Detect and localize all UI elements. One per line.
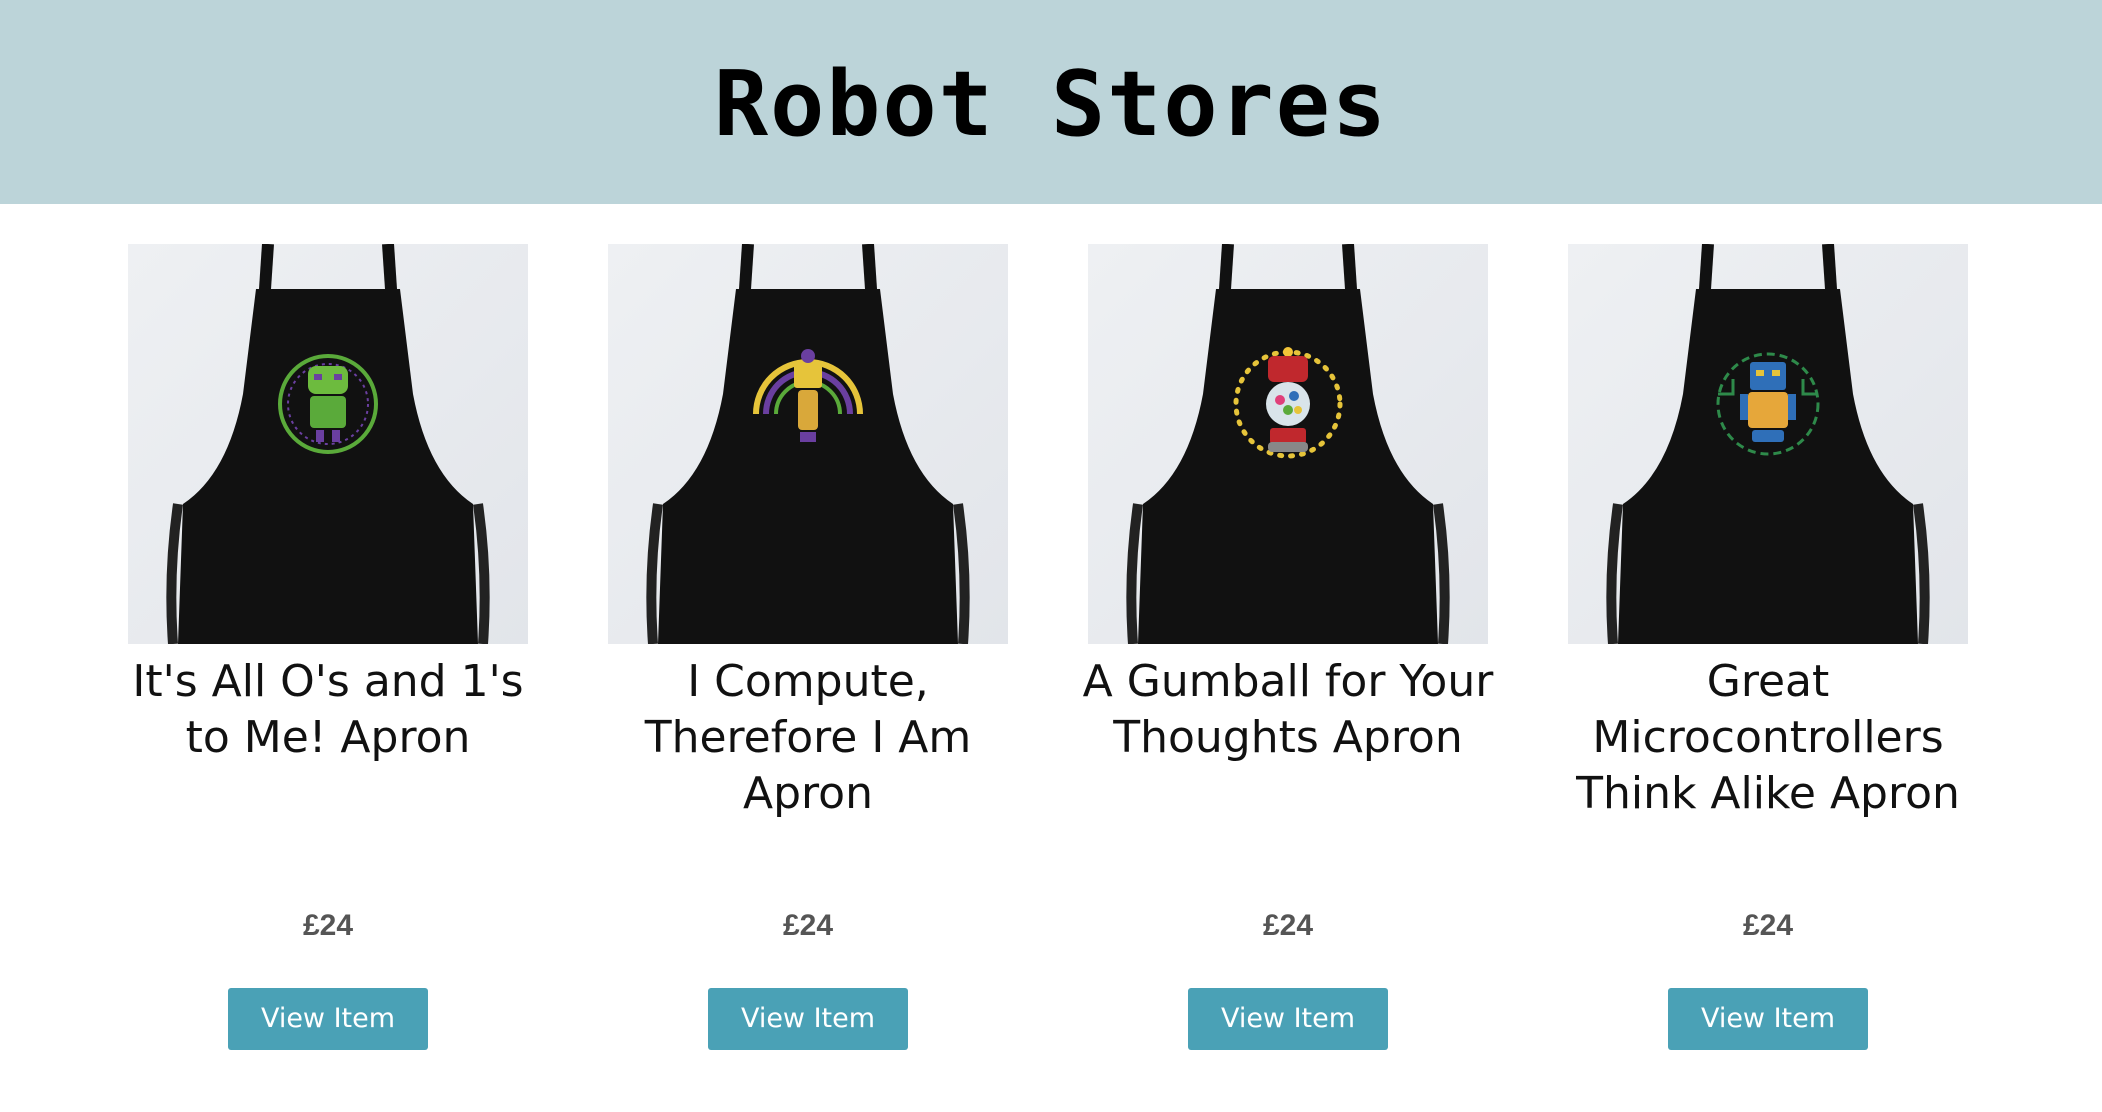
site-title: Robot Stores — [713, 52, 1389, 157]
product-card: Great Microcontrollers Think Alike Apron… — [1568, 244, 1968, 1064]
product-title[interactable]: I Compute, Therefore I Am Apron — [588, 654, 1028, 822]
product-title[interactable]: It's All O's and 1's to Me! Apron — [108, 654, 548, 766]
product-card: It's All O's and 1's to Me! Apron £24 Vi… — [128, 244, 528, 1064]
product-price: £24 — [302, 909, 354, 942]
product-price: £24 — [782, 909, 834, 942]
product-image-apron-robot-blue[interactable] — [1568, 244, 1968, 644]
product-price: £24 — [1742, 909, 1794, 942]
product-image-apron-robot-green[interactable] — [128, 244, 528, 644]
product-price: £24 — [1262, 909, 1314, 942]
product-card: I Compute, Therefore I Am Apron £24 View… — [608, 244, 1008, 1064]
product-card: A Gumball for Your Thoughts Apron £24 Vi… — [1083, 244, 1493, 1064]
view-item-button[interactable]: View Item — [228, 988, 428, 1050]
view-item-button[interactable]: View Item — [708, 988, 908, 1050]
product-image-apron-robot-yellow[interactable] — [608, 244, 1008, 644]
product-title[interactable]: A Gumball for Your Thoughts Apron — [1068, 654, 1508, 766]
view-item-button[interactable]: View Item — [1188, 988, 1388, 1050]
product-image-apron-robot-gumball[interactable] — [1088, 244, 1488, 644]
product-title[interactable]: Great Microcontrollers Think Alike Apron — [1548, 654, 1988, 822]
view-item-button[interactable]: View Item — [1668, 988, 1868, 1050]
site-header: Robot Stores — [0, 0, 2102, 204]
